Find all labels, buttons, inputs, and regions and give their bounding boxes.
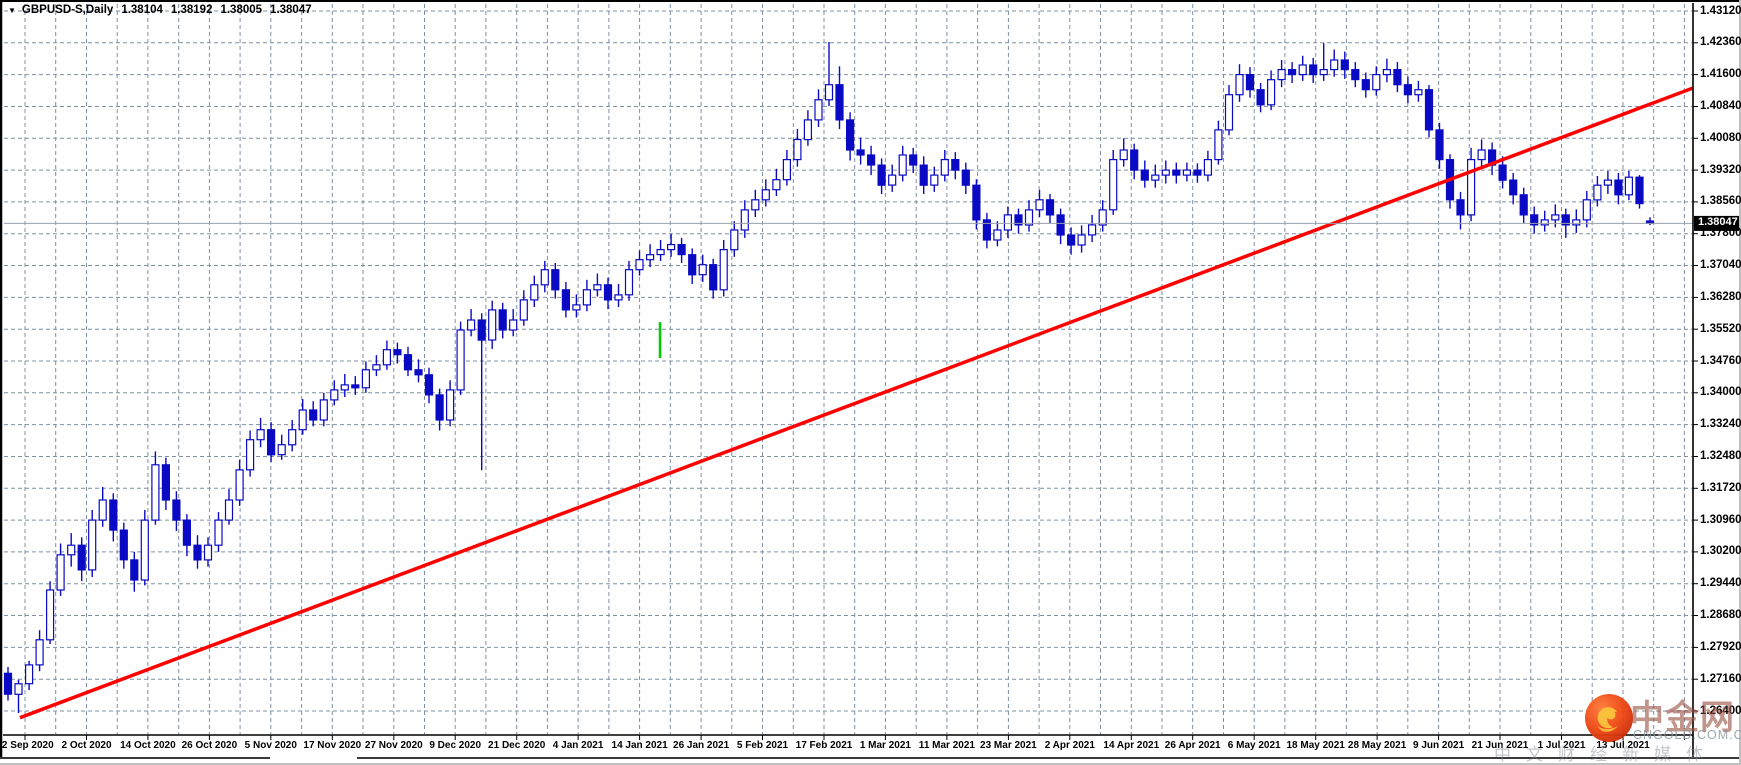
date-tick-label: 17 Feb 2021 xyxy=(795,740,853,751)
date-tick-label: 28 May 2021 xyxy=(1347,740,1407,751)
price-tick-label: 1.38560 xyxy=(1700,195,1741,207)
price-tick-label: 1.34000 xyxy=(1700,386,1741,398)
price-tick-label: 1.42360 xyxy=(1700,36,1741,48)
date-tick-label: 18 May 2021 xyxy=(1286,740,1345,751)
date-tick-label: 22 Sep 2020 xyxy=(0,740,54,751)
price-tick-label: 1.27160 xyxy=(1700,673,1741,685)
price-tick-label: 1.30960 xyxy=(1700,514,1741,526)
ohlc-low: 1.38005 xyxy=(220,4,263,16)
date-tick-label: 13 Jul 2021 xyxy=(1596,740,1650,751)
price-tick-label: 1.36280 xyxy=(1700,291,1741,303)
date-tick-label: 21 Jun 2021 xyxy=(1471,740,1529,751)
price-tick-label: 1.33240 xyxy=(1700,418,1741,430)
date-tick-label: 21 Dec 2020 xyxy=(488,740,546,751)
bid-price-tag: 1.38047 xyxy=(1698,216,1738,228)
date-tick-label: 26 Apr 2021 xyxy=(1164,740,1221,751)
chart-dropdown-icon[interactable]: ▼ xyxy=(8,7,16,15)
price-tick-label: 1.43120 xyxy=(1700,5,1741,17)
price-tick-label: 1.28680 xyxy=(1700,609,1741,621)
ohlc-high: 1.38192 xyxy=(170,4,213,16)
price-tick-label: 1.41600 xyxy=(1700,68,1741,80)
date-tick-label: 17 Nov 2020 xyxy=(303,740,362,751)
price-tick-label: 1.31720 xyxy=(1700,482,1741,494)
price-tick-label: 1.37800 xyxy=(1700,227,1741,239)
date-tick-label: 4 Jan 2021 xyxy=(552,740,604,751)
chart-window: ▼ GBPUSD-S,Daily 1.38104 1.38192 1.38005… xyxy=(0,0,1741,765)
date-tick-label: 6 May 2021 xyxy=(1227,740,1281,751)
date-tick-label: 14 Apr 2021 xyxy=(1103,740,1160,751)
ohlc-open: 1.38104 xyxy=(121,4,163,16)
chart-symbol-timeframe: GBPUSD-S,Daily xyxy=(21,4,114,16)
date-tick-label: 9 Jun 2021 xyxy=(1413,740,1465,751)
price-tick-label: 1.40840 xyxy=(1700,100,1741,112)
price-tick-label: 1.26400 xyxy=(1700,705,1741,717)
date-tick-label: 2 Apr 2021 xyxy=(1044,740,1095,751)
date-tick-label: 14 Jan 2021 xyxy=(611,740,668,751)
date-tick-label: 14 Oct 2020 xyxy=(120,740,176,751)
date-tick-label: 26 Oct 2020 xyxy=(181,740,238,751)
price-tick-label: 1.35520 xyxy=(1700,323,1741,335)
price-tick-label: 1.29440 xyxy=(1700,577,1741,589)
date-tick-label: 5 Feb 2021 xyxy=(736,740,789,751)
date-tick-label: 1 Jul 2021 xyxy=(1537,740,1586,751)
date-tick-label: 23 Mar 2021 xyxy=(980,740,1037,751)
price-tick-label: 1.40080 xyxy=(1700,132,1741,144)
price-tick-label: 1.30200 xyxy=(1700,545,1741,557)
date-tick-label: 1 Mar 2021 xyxy=(859,740,911,751)
price-tick-label: 1.27920 xyxy=(1700,641,1741,653)
date-tick-label: 26 Jan 2021 xyxy=(673,740,730,751)
price-tick-label: 1.32480 xyxy=(1700,450,1741,462)
price-tick-label: 1.34760 xyxy=(1700,355,1741,367)
chart-title: ▼ GBPUSD-S,Daily 1.38104 1.38192 1.38005… xyxy=(8,4,312,16)
date-tick-label: 5 Nov 2020 xyxy=(244,740,297,751)
date-tick-label: 9 Dec 2020 xyxy=(429,740,482,751)
date-tick-label: 11 Mar 2021 xyxy=(918,740,975,751)
price-tick-label: 1.39320 xyxy=(1700,164,1741,176)
ohlc-close: 1.38047 xyxy=(270,4,312,16)
price-tick-label: 1.37040 xyxy=(1700,259,1741,271)
date-tick-label: 2 Oct 2020 xyxy=(61,740,112,751)
date-tick-label: 27 Nov 2020 xyxy=(364,740,423,751)
